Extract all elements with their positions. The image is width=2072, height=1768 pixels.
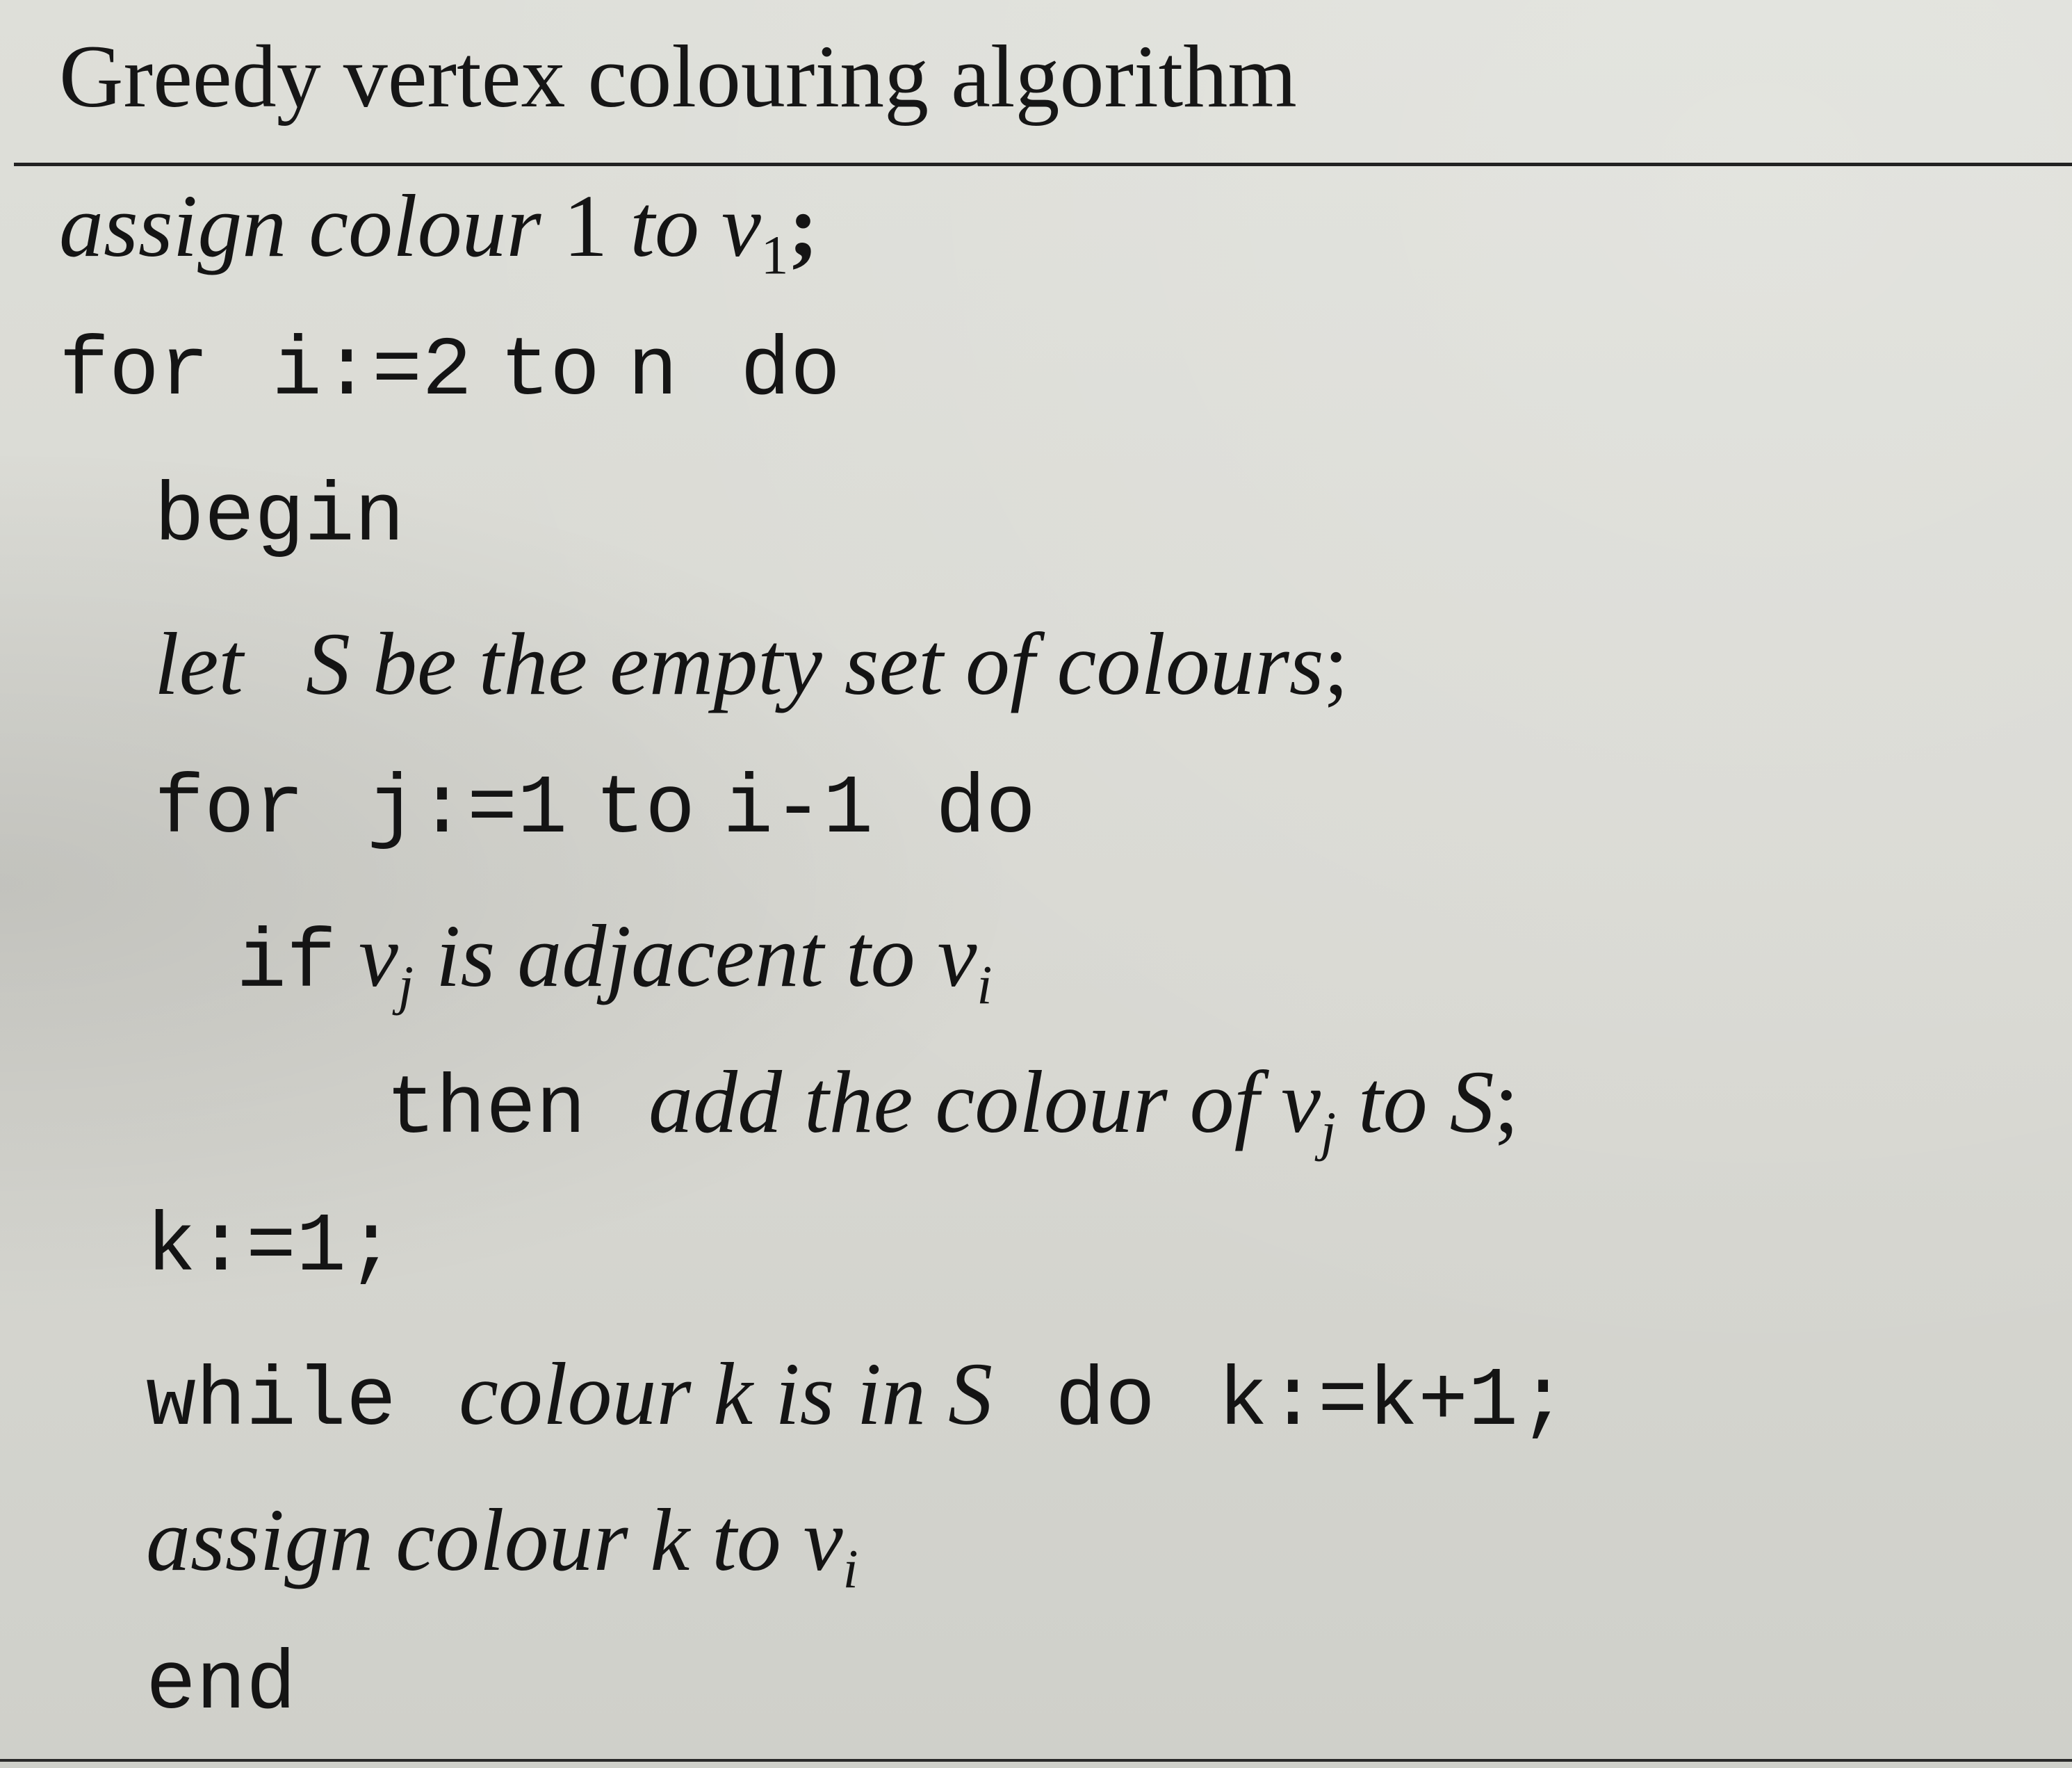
line10-text: assign colour k to v: [146, 1491, 843, 1589]
line5-expression: i-1: [723, 763, 874, 857]
line9-condition: colour k is in S: [459, 1345, 993, 1443]
line10-subscript-i: i: [842, 1539, 858, 1600]
algorithm-page: Greedy vertex colouring algorithm assign…: [0, 0, 2072, 1768]
line8-statement: k:=1;: [146, 1201, 397, 1295]
line1-semicolon: ;: [788, 177, 819, 275]
line7-then-keyword: then: [386, 1063, 587, 1158]
end-keyword: end: [146, 1639, 297, 1733]
line-then-add: then add the colour of vj to S;: [386, 1046, 1519, 1187]
line9-while-keyword: while: [146, 1355, 397, 1450]
begin-keyword: begin: [154, 471, 405, 565]
line5-do-keyword: do: [936, 763, 1036, 857]
line-for-i: for i:=2 to n do: [59, 316, 840, 428]
line5-for-keyword: for: [154, 763, 305, 857]
line9-do-keyword: do: [1055, 1355, 1156, 1450]
line-assign-colour-1: assign colour 1 to v1;: [59, 170, 818, 311]
line7-text: add the colour of v: [648, 1053, 1321, 1151]
line-k-init: k:=1;: [146, 1192, 396, 1304]
line2-n: n: [628, 325, 678, 419]
line1-subscript: 1: [760, 225, 789, 286]
algorithm-title: Greedy vertex colouring algorithm: [59, 27, 1297, 126]
bottom-rule: [0, 1759, 2072, 1762]
line4-let-keyword: let: [154, 615, 243, 713]
line-begin: begin: [154, 462, 405, 574]
line7-to-s: to S: [1358, 1053, 1494, 1151]
line9-statement: k:=k+1;: [1218, 1355, 1569, 1450]
line2-for-keyword: for: [59, 325, 210, 419]
line4-semicolon: ;: [1323, 615, 1349, 713]
line6-subscript-j: j: [398, 955, 414, 1016]
line-assign-colour-k: assign colour k to vi: [146, 1484, 858, 1625]
line2-to-keyword: to: [500, 325, 601, 419]
line-while: while colour k is in S do k:=k+1;: [146, 1338, 1568, 1458]
line4-text: S be the empty set of colours: [305, 615, 1324, 713]
title-rule: [14, 163, 2072, 166]
line6-if-keyword: if: [236, 917, 337, 1012]
line6-v: v: [359, 907, 398, 1005]
line2-assign: i:=2: [272, 325, 473, 419]
line1-number: 1: [563, 177, 608, 275]
line-end: end: [146, 1630, 296, 1742]
line-for-j: for j:=1 to i-1 do: [154, 754, 1036, 866]
line1-text: assign colour: [59, 177, 541, 275]
line5-to-keyword: to: [595, 763, 696, 857]
line1-to-v: to v: [630, 177, 761, 275]
line6-text: is adjacent to v: [435, 907, 977, 1005]
line6-subscript-i: i: [977, 955, 993, 1016]
line7-subscript-j: j: [1320, 1101, 1337, 1162]
line7-semicolon: ;: [1494, 1053, 1519, 1151]
line-let-s: let S be the empty set of colours;: [154, 608, 1348, 720]
line5-assign: j:=1: [367, 763, 568, 857]
line2-do-keyword: do: [740, 325, 841, 419]
line-if-adjacent: if vj is adjacent to vi: [236, 900, 992, 1041]
